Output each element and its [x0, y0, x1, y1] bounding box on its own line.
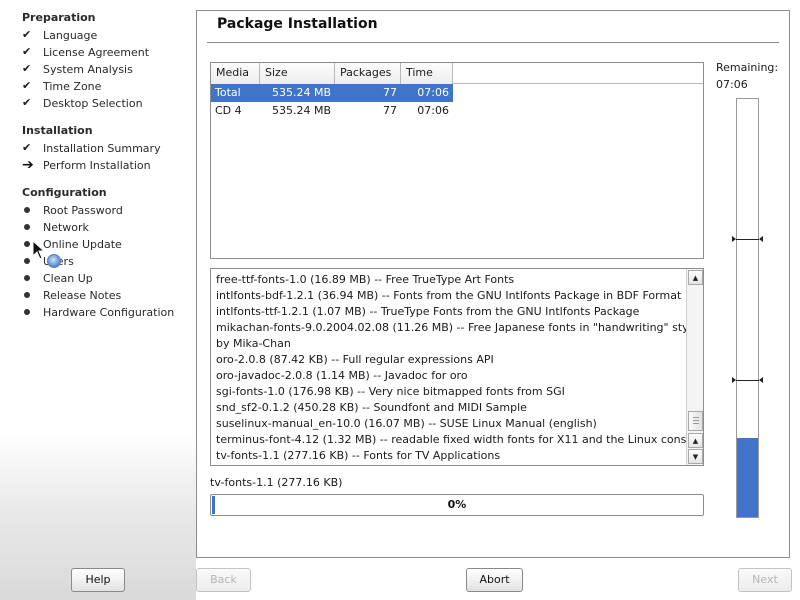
log-lines: free-ttf-fonts-1.0 (16.89 MB) -- Free Tr… — [216, 272, 703, 464]
cd-progress-bar — [732, 98, 763, 518]
log-line: free-ttf-fonts-1.0 (16.89 MB) -- Free Tr… — [216, 273, 515, 286]
step-label: Hardware Configuration — [43, 305, 175, 319]
step-label: Time Zone — [43, 79, 102, 93]
step-label: Online Update — [43, 237, 122, 251]
log-line: suselinux-manual_en-10.0 (16.07 MB) -- S… — [216, 417, 597, 430]
next-button[interactable]: Next — [738, 568, 792, 592]
step-label: Language — [43, 28, 98, 42]
step-hardware-configuration: Hardware Configuration — [22, 304, 192, 320]
busy-indicator-icon — [47, 254, 61, 268]
checkmark-icon: ✔ — [22, 96, 32, 109]
help-button[interactable]: Help — [71, 568, 125, 592]
step-license-agreement: ✔ License Agreement — [22, 44, 192, 60]
bullet-icon — [22, 202, 43, 218]
step-label: Desktop Selection — [43, 96, 143, 110]
step-clean-up: Clean Up — [22, 270, 192, 286]
column-header-size[interactable]: Size — [260, 63, 335, 84]
step-label: Network — [43, 220, 89, 234]
bullet-icon — [22, 287, 43, 303]
package-installation-panel: Package Installation Media Size Packages… — [196, 10, 790, 558]
bullet-icon — [22, 219, 43, 235]
title-divider — [207, 42, 779, 43]
cd-boundary-marker — [732, 236, 763, 242]
installation-log[interactable]: free-ttf-fonts-1.0 (16.89 MB) -- Free Tr… — [210, 268, 704, 466]
bullet-icon — [22, 270, 43, 286]
step-perform-installation: ➔ Perform Installation — [22, 157, 192, 173]
installation-steps-sidebar: Preparation ✔ Language ✔ License Agreeme… — [0, 0, 196, 600]
column-header-time[interactable]: Time — [401, 63, 453, 84]
cell-time: 07:06 — [401, 84, 453, 102]
step-installation-summary: ✔ Installation Summary — [22, 140, 192, 156]
scroll-down-arrow-icon[interactable]: ▼ — [688, 449, 703, 464]
log-line: terminus-font-4.12 (1.32 MB) -- readable… — [216, 433, 703, 446]
mouse-pointer-icon — [32, 240, 46, 260]
abort-button[interactable]: Abort — [466, 568, 523, 592]
cell-time: 07:06 — [417, 104, 449, 117]
current-package-label: tv-fonts-1.1 (277.16 KB) — [210, 476, 343, 489]
cell-media: Total — [211, 84, 260, 102]
log-line: tv-fonts-1.1 (277.16 KB) -- Fonts for TV… — [216, 449, 501, 462]
scroll-up-arrow-icon[interactable]: ▲ — [688, 270, 703, 285]
progress-percent: 0% — [447, 498, 467, 511]
step-online-update: Online Update — [22, 236, 192, 252]
cell-media: CD 4 — [215, 104, 242, 117]
log-line: snd_sf2-0.1.2 (450.28 KB) -- Soundfont a… — [216, 401, 527, 414]
section-title-installation: Installation — [22, 124, 93, 137]
step-label: System Analysis — [43, 62, 133, 76]
step-release-notes: Release Notes — [22, 287, 192, 303]
step-label: Perform Installation — [43, 158, 151, 172]
cd-boundary-marker — [732, 377, 763, 383]
checkmark-icon: ✔ — [22, 45, 32, 58]
cell-size: 535.24 MB — [260, 84, 335, 102]
step-label: Root Password — [43, 203, 123, 217]
log-scrollbar[interactable]: ▲ ▲ ▼ — [686, 269, 703, 465]
cell-packages: 77 — [335, 84, 401, 102]
step-network: Network — [22, 219, 192, 235]
cell-packages: 77 — [383, 104, 397, 117]
log-line: mikachan-fonts-9.0.2004.02.08 (11.26 MB)… — [216, 321, 699, 334]
remaining-time: 07:06 — [716, 78, 748, 91]
step-time-zone: ✔ Time Zone — [22, 78, 192, 94]
scroll-up-arrow-icon[interactable]: ▲ — [688, 433, 703, 448]
back-button[interactable]: Back — [196, 568, 251, 592]
log-line: intlfonts-bdf-1.2.1 (36.94 MB) -- Fonts … — [216, 289, 682, 302]
log-line: sgi-fonts-1.0 (176.98 KB) -- Very nice b… — [216, 385, 565, 398]
table-row[interactable]: Total 535.24 MB 77 07:06 — [211, 84, 703, 102]
step-label: License Agreement — [43, 45, 150, 59]
log-line: intlfonts-ttf-1.2.1 (1.07 MB) -- TrueTyp… — [216, 305, 640, 318]
remaining-label: Remaining: — [716, 61, 779, 74]
checkmark-icon: ✔ — [22, 141, 32, 154]
table-row[interactable]: CD 4 535.24 MB 77 07:06 — [211, 102, 703, 120]
package-progress-bar: 0% — [210, 494, 704, 516]
step-desktop-selection: ✔ Desktop Selection — [22, 95, 192, 111]
step-label: Installation Summary — [43, 141, 161, 155]
step-language: ✔ Language — [22, 27, 192, 43]
log-line: oro-2.0.8 (87.42 KB) -- Full regular exp… — [216, 353, 494, 366]
right-arrow-icon: ➔ — [22, 157, 34, 173]
step-label: Release Notes — [43, 288, 122, 302]
column-header-media[interactable]: Media — [211, 63, 260, 84]
step-system-analysis: ✔ System Analysis — [22, 61, 192, 77]
cell-size: 535.24 MB — [271, 104, 331, 117]
log-line: oro-javadoc-2.0.8 (1.14 MB) -- Javadoc f… — [216, 369, 468, 382]
page-title: Package Installation — [217, 16, 378, 32]
section-title-preparation: Preparation — [22, 11, 96, 24]
step-label: Clean Up — [43, 271, 93, 285]
column-header-packages[interactable]: Packages — [335, 63, 401, 84]
scrollbar-thumb[interactable] — [688, 411, 703, 431]
checkmark-icon: ✔ — [22, 28, 32, 41]
log-line: by Mika-Chan — [216, 337, 291, 350]
step-root-password: Root Password — [22, 202, 192, 218]
media-table: Media Size Packages Time Total 535.24 MB… — [210, 62, 704, 259]
cd-progress-fill — [737, 438, 758, 517]
checkmark-icon: ✔ — [22, 62, 32, 75]
checkmark-icon: ✔ — [22, 79, 32, 92]
bullet-icon — [22, 304, 43, 320]
table-header: Media Size Packages Time — [211, 63, 703, 84]
section-title-configuration: Configuration — [22, 186, 107, 199]
